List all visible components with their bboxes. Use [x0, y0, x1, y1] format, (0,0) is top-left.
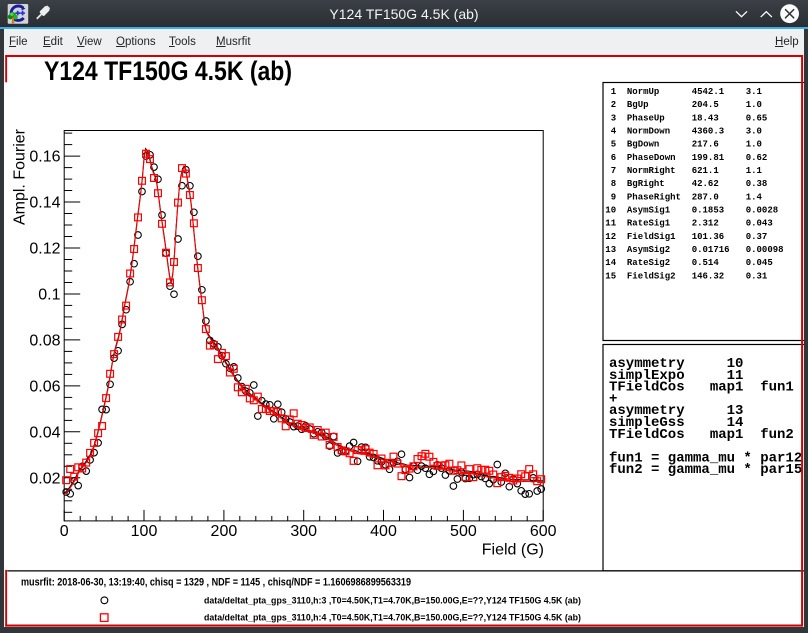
svg-text:0.12: 0.12 — [29, 240, 60, 257]
svg-text:0.06: 0.06 — [29, 378, 60, 395]
svg-text:14 RateSig2 0.514 0.04: 14 RateSig2 0.514 0.045 — [605, 258, 772, 268]
svg-text:TFieldCos map1 fun2: TFieldCos map1 fun2 — [609, 426, 794, 442]
svg-text:2 BgUp 204.5 1.0: 2 BgUp 204.5 1.0 — [605, 100, 762, 110]
svg-text:0.14: 0.14 — [29, 194, 60, 211]
svg-text:fun2 = gamma_mu * par15: fun2 = gamma_mu * par15 — [609, 462, 802, 478]
svg-text:Field (G): Field (G) — [482, 541, 544, 558]
svg-text:7 NormRight 621.1 1.1: 7 NormRight 621.1 1.1 — [605, 166, 762, 176]
svg-text:1 NormUp 4542.1 3.1: 1 NormUp 4542.1 3.1 — [605, 87, 762, 97]
svg-text:12 FieldSig1 101.36 0.37: 12 FieldSig1 101.36 0.37 — [605, 231, 767, 241]
svg-text:100: 100 — [131, 523, 158, 540]
svg-text:0.04: 0.04 — [29, 424, 60, 441]
svg-text:4 NormDown 4360.3 3.0: 4 NormDown 4360.3 3.0 — [605, 126, 762, 136]
svg-text:Ampl. Fourier: Ampl. Fourier — [12, 128, 29, 225]
svg-text:0.08: 0.08 — [29, 332, 60, 349]
svg-text:300: 300 — [290, 523, 317, 540]
svg-text:Y124 TF150G 4.5K (ab): Y124 TF150G 4.5K (ab) — [44, 56, 292, 86]
svg-text:600: 600 — [530, 523, 557, 540]
svg-text:5 BgDown 217.6 1.0: 5 BgDown 217.6 1.0 — [605, 139, 762, 149]
svg-text:6 PhaseDown 199.81 0.62: 6 PhaseDown 199.81 0.62 — [605, 152, 767, 162]
svg-text:500: 500 — [450, 523, 477, 540]
svg-text:9 PhaseRight 287.0 1.4: 9 PhaseRight 287.0 1.4 — [605, 192, 762, 202]
svg-text:0.02: 0.02 — [29, 470, 60, 487]
svg-text:13 AsymSig2 0.01716 0.00: 13 AsymSig2 0.01716 0.00098 — [605, 245, 783, 255]
svg-text:8 BgRight 42.62 0.38: 8 BgRight 42.62 0.38 — [605, 179, 767, 189]
svg-text:TFieldCos map1 fun1: TFieldCos map1 fun1 — [609, 379, 794, 395]
svg-text:0.1: 0.1 — [38, 286, 60, 303]
svg-text:10 AsymSig1 0.1853 0.00: 10 AsymSig1 0.1853 0.0028 — [605, 205, 778, 215]
svg-text:15 FieldSig2 146.32 0.31: 15 FieldSig2 146.32 0.31 — [605, 271, 768, 281]
svg-text:0.16: 0.16 — [29, 148, 60, 165]
svg-text:musrfit: 2018-06-30, 13:19:40,: musrfit: 2018-06-30, 13:19:40, chisq = 1… — [21, 576, 411, 588]
svg-text:400: 400 — [370, 523, 397, 540]
svg-text:data/deltat_pta_gps_3110,h:4 ,: data/deltat_pta_gps_3110,h:4 ,T0=4.50K,T… — [204, 612, 581, 623]
svg-text:200: 200 — [211, 523, 238, 540]
svg-text:data/deltat_pta_gps_3110,h:3 ,: data/deltat_pta_gps_3110,h:3 ,T0=4.50K,T… — [204, 595, 581, 606]
svg-text:3 PhaseUp 18.43 0.65: 3 PhaseUp 18.43 0.65 — [605, 113, 767, 123]
svg-text:11 RateSig1 2.312 0.04: 11 RateSig1 2.312 0.043 — [605, 218, 772, 228]
svg-text:0: 0 — [60, 523, 69, 540]
